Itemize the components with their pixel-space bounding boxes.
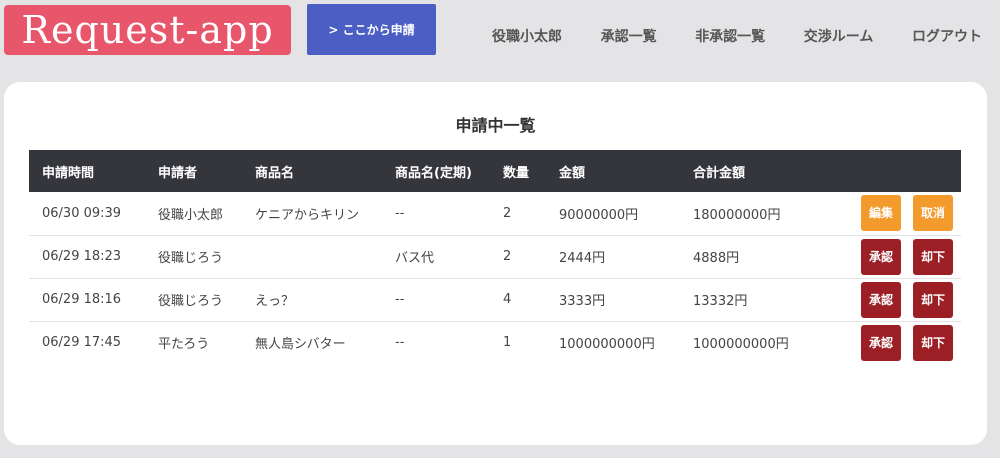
cell-total: 180000000円 [693, 207, 781, 223]
cell-product: ケニアからキリン [255, 207, 360, 223]
cell-product-recurring: -- [395, 335, 405, 351]
column-header-total: 合計金額 [693, 165, 746, 181]
reject-button[interactable]: 却下 [913, 281, 953, 318]
column-header-product: 商品名 [255, 165, 295, 181]
nav-rejected-list[interactable]: 非承認一覧 [695, 26, 765, 46]
cell-total: 13332円 [693, 294, 748, 309]
cell-applicant: 役職じろう [158, 251, 224, 266]
cell-price: 2444円 [559, 251, 606, 266]
column-header-quantity: 数量 [503, 165, 530, 181]
cell-product-recurring: バス代 [395, 251, 435, 266]
cell-product-recurring: -- [395, 292, 405, 307]
cell-quantity: 1 [503, 335, 512, 351]
column-header-actions [808, 150, 961, 192]
cell-total: 1000000000円 [693, 337, 789, 353]
nav-approved-list[interactable]: 承認一覧 [601, 26, 657, 46]
cell-quantity: 4 [503, 292, 512, 307]
cell-quantity: 2 [503, 205, 512, 221]
nav-logout[interactable]: ログアウト [912, 26, 982, 46]
cell-applicant: 役職小太郎 [158, 207, 224, 223]
table-row: 06/29 18:16 役職じろう えっ？ -- 4 3333円 13332円 … [29, 278, 961, 321]
cell-product: えっ？ [255, 294, 295, 309]
table-row: 06/29 18:23 役職じろう バス代 2 2444円 4888円 承認 却下 [29, 235, 961, 278]
cell-product [242, 235, 382, 278]
cell-time: 06/29 18:23 [42, 249, 122, 264]
cell-price: 90000000円 [559, 207, 639, 223]
cancel-button[interactable]: 取消 [913, 195, 953, 232]
requests-card: 申請中一覧 申請時間 申請者 商品名 商品名(定期) 数量 金額 合計金額 06… [4, 82, 987, 445]
nav-negotiation-room[interactable]: 交渉ルーム [804, 26, 874, 46]
cell-actions: 承認 却下 [808, 235, 961, 278]
cell-product-recurring: -- [395, 205, 405, 221]
page-title: 申請中一覧 [455, 116, 536, 135]
approve-button[interactable]: 承認 [861, 281, 901, 318]
column-header-price: 金額 [559, 165, 586, 181]
cell-product: 無人島シバター [255, 337, 346, 353]
approve-button[interactable]: 承認 [861, 324, 901, 361]
cell-applicant: 役職じろう [158, 294, 224, 309]
app-logo[interactable]: Request-app [4, 5, 291, 55]
cell-time: 06/29 18:16 [42, 292, 122, 307]
table-header-row: 申請時間 申請者 商品名 商品名(定期) 数量 金額 合計金額 [29, 150, 961, 192]
cell-time: 06/30 09:39 [42, 205, 122, 221]
nav-user-profile[interactable]: 役職小太郎 [492, 26, 562, 46]
cell-price: 3333円 [559, 294, 606, 309]
cell-actions: 編集 取消 [808, 192, 961, 235]
reject-button[interactable]: 却下 [913, 324, 953, 361]
cell-actions: 承認 却下 [808, 278, 961, 321]
cell-time: 06/29 17:45 [42, 335, 122, 351]
table-row: 06/29 17:45 平たろう 無人島シバター -- 1 1000000000… [29, 321, 961, 364]
cell-price: 1000000000円 [559, 337, 655, 353]
column-header-applicant: 申請者 [158, 165, 198, 181]
requests-table: 申請時間 申請者 商品名 商品名(定期) 数量 金額 合計金額 06/30 09… [29, 150, 961, 364]
column-header-product-recurring: 商品名(定期) [395, 165, 472, 181]
approve-button[interactable]: 承認 [861, 238, 901, 275]
cell-actions: 承認 却下 [808, 321, 961, 364]
table-row: 06/30 09:39 役職小太郎 ケニアからキリン -- 2 90000000… [29, 192, 961, 235]
edit-button[interactable]: 編集 [861, 195, 901, 232]
top-nav: 役職小太郎 承認一覧 非承認一覧 交渉ルーム ログアウト [492, 26, 982, 46]
new-request-button[interactable]: > ここから申請 [307, 4, 436, 55]
reject-button[interactable]: 却下 [913, 238, 953, 275]
cell-quantity: 2 [503, 249, 512, 264]
cell-applicant: 平たろう [158, 337, 210, 353]
cell-total: 4888円 [693, 251, 740, 266]
column-header-time: 申請時間 [42, 165, 95, 181]
